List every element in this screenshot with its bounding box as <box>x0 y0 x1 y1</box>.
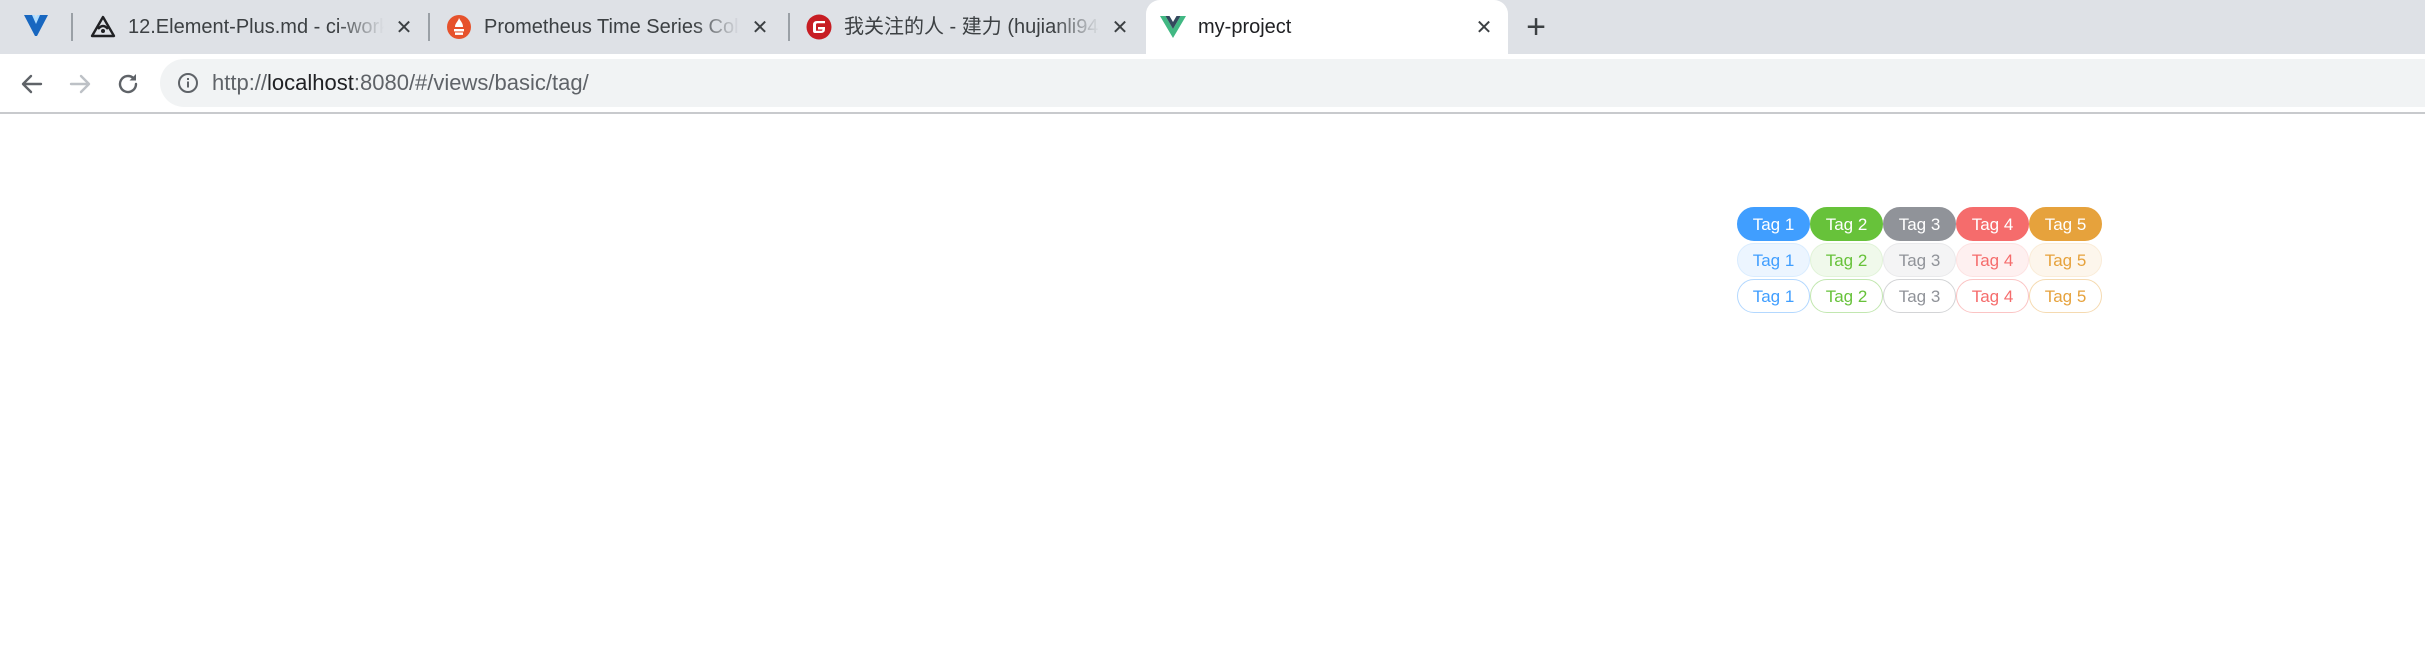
tag-plain-2: Tag 2 <box>1810 279 1883 313</box>
close-tab-button[interactable]: ✕ <box>748 15 772 39</box>
arrow-right-icon <box>69 74 91 94</box>
reload-button[interactable] <box>110 66 146 102</box>
address-url[interactable]: http://localhost:8080/#/views/basic/tag/ <box>212 69 589 97</box>
tag-light-3: Tag 3 <box>1883 243 1956 277</box>
tab-separator <box>71 13 73 41</box>
tab-gitee[interactable]: 我关注的人 - 建力 (hujianli94net) ✕ <box>792 0 1144 54</box>
browser-tab-strip: 12.Element-Plus.md - ci-workspace ✕ Prom… <box>0 0 2425 54</box>
cloudbase-icon <box>90 14 116 40</box>
url-path: :8080/#/views/basic/tag/ <box>353 70 589 95</box>
url-host: localhost <box>267 70 354 95</box>
tag-plain-5: Tag 5 <box>2029 279 2102 313</box>
tag-light-5: Tag 5 <box>2029 243 2102 277</box>
tab-title: 我关注的人 - 建力 (hujianli94net) <box>844 16 1100 38</box>
reload-icon <box>118 74 138 94</box>
tab-title: Prometheus Time Series Collection <box>484 16 740 38</box>
tag-row-plain: Tag 1 Tag 2 Tag 3 Tag 4 Tag 5 <box>1737 279 2102 313</box>
tag-dark-4: Tag 4 <box>1956 207 2029 241</box>
tag-dark-1: Tag 1 <box>1737 207 1810 241</box>
tag-plain-3: Tag 3 <box>1883 279 1956 313</box>
prometheus-icon <box>446 14 472 40</box>
tab-separator <box>788 13 790 41</box>
tab-prometheus[interactable]: Prometheus Time Series Collection ✕ <box>432 0 784 54</box>
close-tab-button[interactable]: ✕ <box>1108 15 1132 39</box>
browser-toolbar: http://localhost:8080/#/views/basic/tag/ <box>0 54 2425 114</box>
forward-button[interactable] <box>62 66 98 102</box>
pinned-tab[interactable] <box>0 0 72 54</box>
tag-light-1: Tag 1 <box>1737 243 1810 277</box>
tag-row-light: Tag 1 Tag 2 Tag 3 Tag 4 Tag 5 <box>1737 243 2102 277</box>
tag-plain-1: Tag 1 <box>1737 279 1810 313</box>
tag-dark-3: Tag 3 <box>1883 207 1956 241</box>
tag-row-dark: Tag 1 Tag 2 Tag 3 Tag 4 Tag 5 <box>1737 207 2102 241</box>
tab-title: my-project <box>1198 16 1292 38</box>
tab-title: 12.Element-Plus.md - ci-workspace <box>128 16 384 38</box>
tag-light-2: Tag 2 <box>1810 243 1883 277</box>
new-tab-button[interactable]: + <box>1518 10 1554 44</box>
vue-icon <box>1160 14 1186 40</box>
tab-element-plus[interactable]: 12.Element-Plus.md - ci-workspace ✕ <box>76 0 428 54</box>
gitee-icon <box>806 14 832 40</box>
vuetify-icon <box>23 12 49 43</box>
close-tab-button[interactable]: ✕ <box>1472 15 1496 39</box>
info-icon[interactable] <box>177 72 199 94</box>
tab-my-project[interactable]: my-project ✕ <box>1146 0 1508 54</box>
close-tab-button[interactable]: ✕ <box>392 15 416 39</box>
tag-plain-4: Tag 4 <box>1956 279 2029 313</box>
address-bar[interactable]: http://localhost:8080/#/views/basic/tag/ <box>160 59 2425 107</box>
tag-dark-5: Tag 5 <box>2029 207 2102 241</box>
arrow-left-icon <box>21 74 43 94</box>
tab-separator <box>428 13 430 41</box>
tag-dark-2: Tag 2 <box>1810 207 1883 241</box>
url-scheme: http:// <box>212 70 268 95</box>
page-content: Tag 1 Tag 2 Tag 3 Tag 4 Tag 5 Tag 1 Tag 2 Tag … <box>0 116 2425 655</box>
back-button[interactable] <box>14 66 50 102</box>
tag-light-4: Tag 4 <box>1956 243 2029 277</box>
